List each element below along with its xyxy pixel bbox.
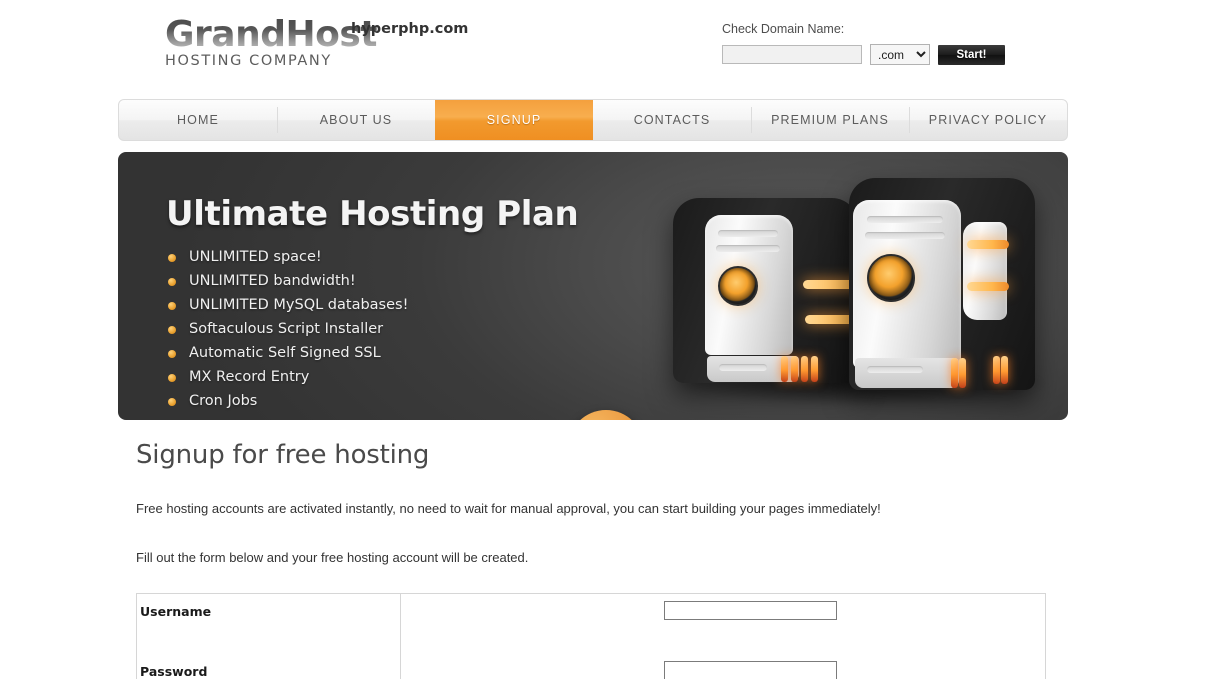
domain-check-row: .com Start! — [722, 44, 1022, 65]
logo-tagline: HOSTING COMPANY — [165, 53, 332, 69]
server-vent — [993, 356, 1000, 384]
hero-feature-label: Softaculous Script Installer — [189, 321, 384, 337]
hero-title: Ultimate Hosting Plan — [166, 194, 579, 234]
password-label: Password — [140, 663, 208, 679]
site-header: GrandHost HOSTING COMPANY hyperphp.com C… — [0, 0, 1208, 96]
server-vent — [1001, 356, 1008, 384]
hero-feature-list: UNLIMITED space! UNLIMITED bandwidth! UN… — [168, 245, 408, 413]
server-slot — [865, 232, 945, 239]
hero-feature-label: UNLIMITED bandwidth! — [189, 273, 356, 289]
username-label: Username — [140, 604, 212, 619]
hero-feature-item: UNLIMITED MySQL databases! — [168, 293, 408, 317]
hero-feature-item: Softaculous Script Installer — [168, 317, 408, 341]
server-vent — [791, 356, 798, 382]
hero-feature-label: Automatic Self Signed SSL — [189, 345, 381, 361]
server-vent — [959, 358, 966, 388]
page-title: Signup for free hosting — [136, 440, 430, 470]
table-row: Username — [136, 593, 1046, 654]
server-vent — [781, 356, 788, 382]
domain-check-widget: Check Domain Name: .com Start! — [722, 22, 1022, 65]
hero-feature-item: Automatic Self Signed SSL — [168, 341, 408, 365]
hero-feature-label: MX Record Entry — [189, 369, 310, 385]
server-slot — [718, 230, 778, 237]
intro-paragraph-1: Free hosting accounts are activated inst… — [136, 501, 881, 516]
form-input-cell — [401, 594, 1046, 654]
form-input-cell — [401, 654, 1046, 679]
hero-feature-label: Cron Jobs — [189, 393, 258, 409]
bullet-icon — [168, 350, 176, 358]
site-logo[interactable]: GrandHost HOSTING COMPANY — [165, 14, 378, 70]
bullet-icon — [168, 254, 176, 262]
bullet-icon — [168, 398, 176, 406]
server-power-ring — [718, 266, 758, 306]
main-navigation: HOME ABOUT US SIGNUP CONTACTS PREMIUM PL… — [118, 99, 1068, 141]
bullet-icon — [168, 374, 176, 382]
server-vent — [811, 356, 818, 382]
server-slot — [867, 366, 923, 373]
hero-feature-label: UNLIMITED MySQL databases! — [189, 297, 409, 313]
nav-item-signup[interactable]: SIGNUP — [435, 100, 593, 140]
logo-wordmark: GrandHost — [165, 14, 378, 55]
bullet-icon — [168, 302, 176, 310]
hero-banner: Ultimate Hosting Plan UNLIMITED space! U… — [118, 152, 1068, 420]
server-glow-bar — [967, 282, 1009, 291]
server-slot — [716, 245, 780, 252]
nav-item-home[interactable]: HOME — [119, 100, 277, 140]
table-row: Password — [136, 653, 1046, 679]
hero-feature-item: UNLIMITED bandwidth! — [168, 269, 408, 293]
server-base — [855, 358, 959, 388]
domain-check-start-button[interactable]: Start! — [938, 44, 1005, 65]
domain-tld-select[interactable]: .com — [870, 44, 930, 65]
hero-feature-item: UNLIMITED space! — [168, 245, 408, 269]
hero-feature-item: MX Record Entry — [168, 365, 408, 389]
hero-feature-label: UNLIMITED space! — [189, 249, 322, 265]
server-side-panel — [963, 222, 1007, 320]
domain-name-input[interactable] — [722, 45, 862, 64]
server-illustration — [663, 160, 1063, 418]
password-input[interactable] — [664, 660, 837, 679]
price-badge-text: $2.95/ month! — [565, 416, 647, 420]
bullet-icon — [168, 326, 176, 334]
server-power-ring — [867, 254, 915, 302]
username-input[interactable] — [664, 601, 837, 620]
form-label-cell: Password — [136, 653, 401, 679]
intro-paragraph-2: Fill out the form below and your free ho… — [136, 550, 529, 565]
bullet-icon — [168, 278, 176, 286]
nav-item-about-us[interactable]: ABOUT US — [277, 100, 435, 140]
main-content: Signup for free hosting Free hosting acc… — [136, 440, 1076, 565]
server-slot — [867, 216, 943, 223]
server-vent — [951, 358, 958, 388]
hero-feature-item: Cron Jobs — [168, 389, 408, 413]
nav-item-premium-plans[interactable]: PREMIUM PLANS — [751, 100, 909, 140]
site-domain-text: hyperphp.com — [351, 21, 469, 37]
nav-item-contacts[interactable]: CONTACTS — [593, 100, 751, 140]
nav-item-privacy-policy[interactable]: PRIVACY POLICY — [909, 100, 1067, 140]
form-label-cell: Username — [136, 593, 401, 654]
signup-form-table: Username Password — [136, 593, 1046, 679]
page-root: GrandHost HOSTING COMPANY hyperphp.com C… — [0, 0, 1208, 679]
price-badge: $2.95/ month! — [568, 410, 644, 420]
domain-check-label: Check Domain Name: — [722, 22, 845, 36]
server-slot — [719, 364, 767, 371]
server-vent — [801, 356, 808, 382]
server-glow-bar — [967, 240, 1009, 249]
